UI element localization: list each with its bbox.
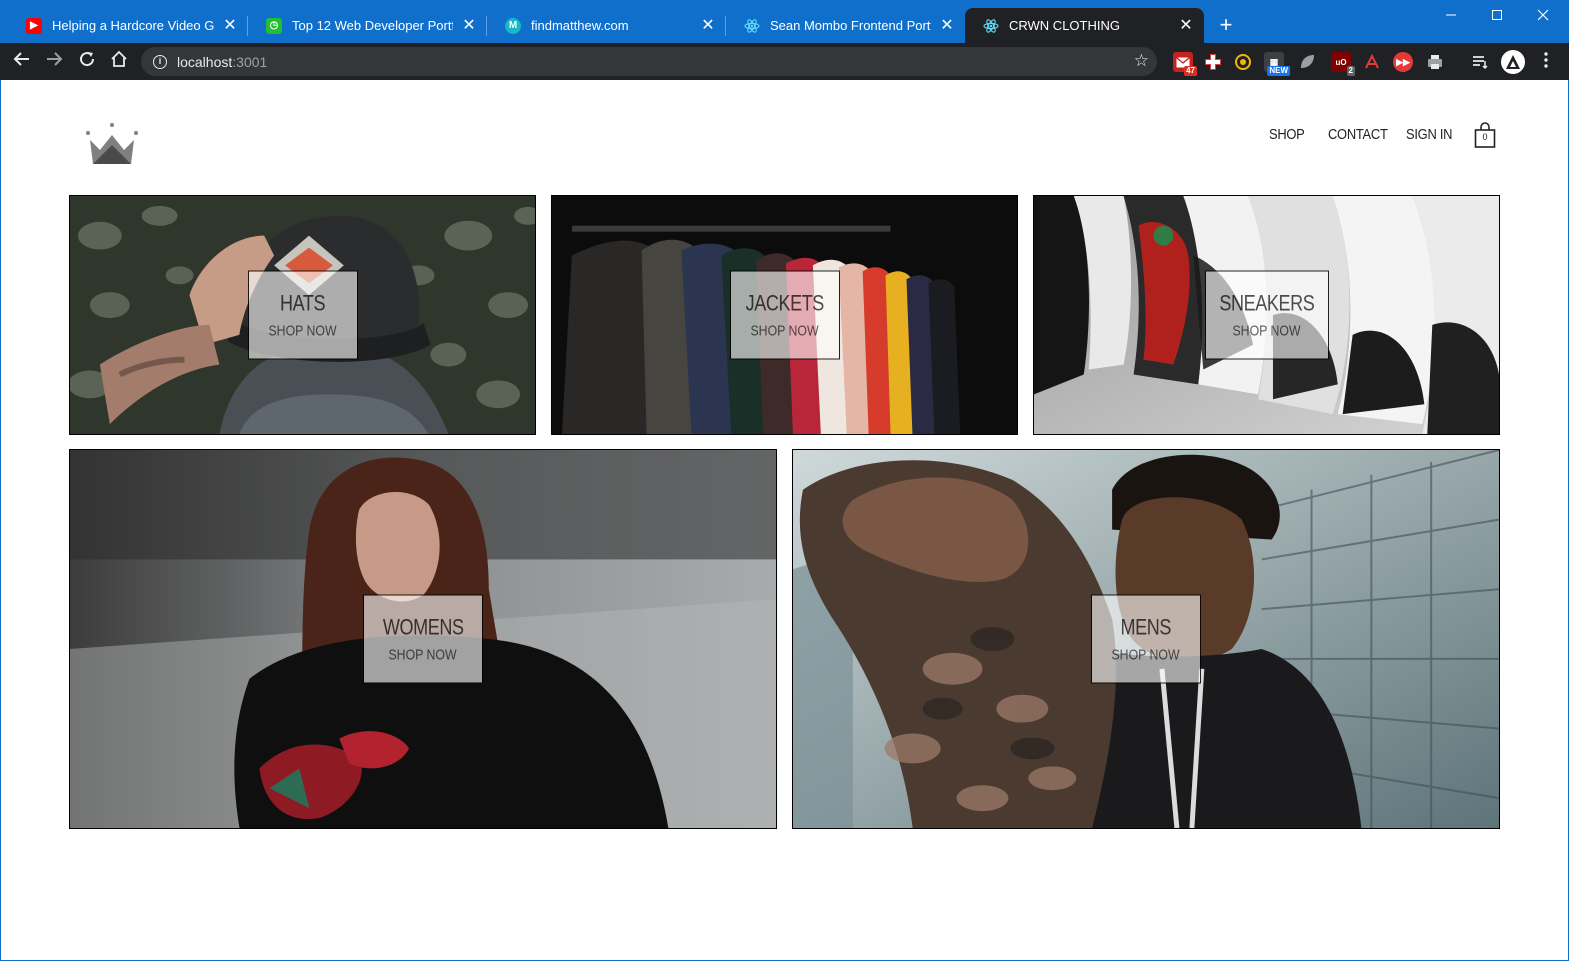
ublock-icon: uO [1335, 57, 1347, 67]
tab-title: Top 12 Web Developer Portfolios [292, 18, 453, 33]
cart-icon-button[interactable]: 0 [1474, 122, 1496, 148]
close-tab-icon[interactable]: ✕ [1178, 17, 1194, 34]
back-button[interactable] [10, 50, 34, 74]
coin-icon [1235, 54, 1251, 70]
medical-extension[interactable] [1203, 52, 1223, 72]
menu-item-subtitle: SHOP NOW [268, 322, 337, 340]
browser-menu-button[interactable] [1536, 51, 1556, 73]
crown-logo-icon[interactable] [85, 123, 139, 165]
menu-item-content[interactable]: WOMENS SHOP NOW [363, 594, 483, 684]
page-viewport: SHOP CONTACT SIGN IN 0 HATS SHOP NOW JAC… [1, 80, 1568, 960]
home-icon [111, 50, 127, 67]
reload-button[interactable] [75, 50, 99, 74]
minimize-button[interactable] [1428, 4, 1474, 30]
menu-item-jackets[interactable]: JACKETS SHOP NOW [551, 195, 1018, 435]
menu-item-title: JACKETS [745, 290, 824, 316]
browser-tab-strip: ▶ Helping a Hardcore Video Game ✕ ◷ Top … [0, 0, 1569, 43]
profile-icon [1506, 55, 1520, 69]
profile-avatar[interactable] [1501, 50, 1525, 74]
fast-forward-icon: ▶▶ [1396, 56, 1410, 67]
tab-title: CRWN CLOTHING [1009, 18, 1120, 33]
ublock-badge: 2 [1346, 66, 1355, 76]
printer-extension[interactable] [1425, 52, 1445, 72]
youtube-icon: ▶ [26, 17, 42, 34]
url-port: :3001 [232, 53, 268, 70]
new-badge-extension[interactable]: ▦ NEW [1264, 52, 1290, 76]
menu-item-content[interactable]: SNEAKERS SHOP NOW [1204, 270, 1329, 360]
tab-portfolios[interactable]: ◷ Top 12 Web Developer Portfolios ✕ [248, 8, 487, 43]
coin-extension[interactable] [1233, 52, 1253, 72]
menu-item-subtitle: SHOP NOW [388, 646, 458, 664]
browser-toolbar: i localhost :3001 ☆ 47 ▦ NEW uO 2 ▶▶ [0, 43, 1569, 80]
menu-item-content[interactable]: JACKETS SHOP NOW [729, 270, 840, 360]
clock-icon: ◷ [266, 17, 282, 34]
close-tab-icon[interactable]: ✕ [461, 17, 477, 34]
tab-crwn-clothing[interactable]: CRWN CLOTHING ✕ [965, 8, 1204, 43]
nav-shop-link[interactable]: SHOP [1269, 126, 1305, 143]
tab-youtube[interactable]: ▶ Helping a Hardcore Video Game ✕ [8, 8, 248, 43]
forward-arrow-icon [47, 52, 63, 66]
back-arrow-icon [13, 52, 29, 66]
pdf-icon [1365, 53, 1379, 69]
maximize-button[interactable] [1474, 4, 1520, 30]
menu-item-sneakers[interactable]: SNEAKERS SHOP NOW [1033, 195, 1500, 435]
tab-findmatthew[interactable]: M findmatthew.com ✕ [487, 8, 726, 43]
leaf-icon [1301, 55, 1314, 68]
plus-cross-icon [1205, 54, 1221, 70]
pdf-extension[interactable] [1362, 52, 1382, 72]
menu-item-womens[interactable]: WOMENS SHOP NOW [69, 449, 777, 829]
minimize-icon [1446, 14, 1456, 16]
leaf-extension[interactable] [1297, 52, 1317, 72]
nav-sign-in-link[interactable]: SIGN IN [1406, 126, 1452, 143]
new-badge: NEW [1267, 66, 1290, 76]
m-logo-icon: M [505, 17, 521, 34]
menu-item-title: MENS [1120, 614, 1172, 640]
menu-item-subtitle: SHOP NOW [750, 322, 819, 340]
gmail-badge: 47 [1184, 66, 1197, 76]
menu-item-content[interactable]: HATS SHOP NOW [247, 270, 358, 360]
menu-item-subtitle: SHOP NOW [1232, 322, 1301, 340]
close-window-button[interactable] [1520, 4, 1566, 30]
bookmark-star-icon[interactable]: ☆ [1134, 51, 1149, 71]
nav-contact-link[interactable]: CONTACT [1328, 126, 1388, 143]
tab-title: Helping a Hardcore Video Game [52, 18, 214, 33]
menu-item-subtitle: SHOP NOW [1111, 646, 1181, 664]
cart-item-count: 0 [1482, 132, 1488, 142]
close-icon [1537, 9, 1549, 21]
react-icon [744, 18, 760, 34]
address-bar[interactable]: i localhost :3001 ☆ [141, 47, 1157, 76]
menu-item-mens[interactable]: MENS SHOP NOW [792, 449, 1500, 829]
site-info-icon[interactable]: i [153, 54, 167, 69]
url-host: localhost [177, 53, 233, 70]
gmail-extension[interactable]: 47 [1173, 52, 1197, 76]
new-tab-button[interactable]: + [1214, 14, 1238, 38]
close-tab-icon[interactable]: ✕ [939, 17, 955, 34]
menu-item-title: HATS [279, 290, 326, 316]
tab-title: findmatthew.com [531, 18, 629, 33]
home-button[interactable] [107, 50, 131, 74]
more-vertical-icon [1544, 52, 1548, 68]
reload-icon [80, 52, 95, 67]
close-tab-icon[interactable]: ✕ [222, 17, 238, 34]
menu-item-title: SNEAKERS [1219, 290, 1314, 316]
menu-item-content[interactable]: MENS SHOP NOW [1091, 594, 1201, 684]
video-extension[interactable]: ▶▶ [1393, 52, 1413, 72]
menu-item-title: WOMENS [382, 614, 464, 640]
forward-button[interactable] [42, 50, 66, 74]
menu-item-hats[interactable]: HATS SHOP NOW [69, 195, 536, 435]
close-tab-icon[interactable]: ✕ [700, 17, 716, 34]
tab-title: Sean Mombo Frontend Portfolio [770, 18, 931, 33]
playlist-icon [1473, 56, 1488, 70]
tab-sean-mombo[interactable]: Sean Mombo Frontend Portfolio ✕ [726, 8, 965, 43]
reading-list-button[interactable] [1470, 52, 1490, 72]
ublock-extension[interactable]: uO 2 [1331, 52, 1355, 76]
maximize-icon [1492, 10, 1502, 20]
printer-icon [1428, 55, 1442, 69]
react-icon [983, 18, 999, 34]
